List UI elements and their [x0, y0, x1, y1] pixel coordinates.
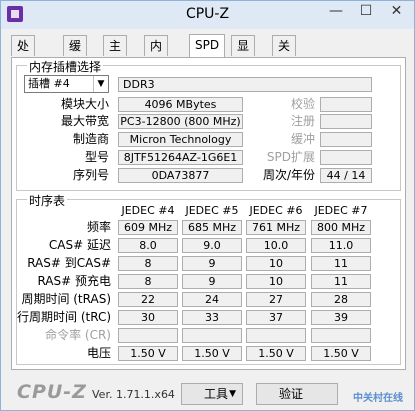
timing-cell: 761 MHz	[246, 220, 306, 235]
title-bar[interactable]: CPU-Z — ☐ ✕	[1, 1, 414, 29]
timing-row-label: 行周期时间 (tRC)	[17, 310, 112, 324]
tab-mainboard[interactable]: 主板	[103, 35, 128, 73]
timing-cell: 39	[311, 310, 371, 325]
cpuz-window: CPU-Z — ☐ ✕ 处理器 缓存 主板 内存 SPD 显卡 关于 内存插槽选…	[0, 0, 415, 411]
column-header-jedec7: JEDEC #7	[314, 204, 368, 217]
column-header-jedec5: JEDEC #5	[185, 204, 239, 217]
timing-row-label: CAS# 延迟	[48, 238, 111, 252]
serial-field: 0DA73877	[118, 168, 243, 183]
week-year-label: 周次/年份	[262, 168, 315, 182]
timing-cell: 8	[118, 274, 178, 289]
buffered-field	[320, 132, 372, 147]
tools-button-label: 工具	[204, 387, 229, 401]
max-bandwidth-field: PC3-12800 (800 MHz)	[118, 114, 243, 129]
tab-cpu[interactable]: 处理器	[11, 35, 36, 93]
memory-slot-group-title: 内存插槽选择	[27, 58, 104, 75]
timing-cell: 1.50 V	[118, 346, 178, 361]
timing-cell: 800 MHz	[311, 220, 371, 235]
timing-row-label: 电压	[86, 346, 111, 360]
module-size-label: 模块大小	[60, 97, 109, 111]
timing-cell: 9	[182, 274, 242, 289]
tab-memory[interactable]: 内存	[144, 35, 169, 73]
timing-cell	[182, 328, 242, 343]
timing-cell: 27	[246, 292, 306, 307]
timing-cell: 37	[246, 310, 306, 325]
timing-cell: 33	[182, 310, 242, 325]
timing-cell: 8.0	[118, 238, 178, 253]
part-number-label: 型号	[84, 150, 109, 164]
watermark: 中关村在线	[353, 393, 403, 404]
footer-bar: CPU-Z Ver. 1.71.1.x64 工具 ▼ 验证 中关村在线	[1, 373, 414, 410]
max-bandwidth-label: 最大带宽	[60, 114, 109, 128]
timing-cell	[246, 328, 306, 343]
memory-type-field: DDR3	[118, 77, 372, 92]
module-size-field: 4096 MBytes	[118, 97, 243, 112]
timing-cell: 609 MHz	[118, 220, 178, 235]
registered-label: 注册	[290, 114, 315, 128]
serial-label: 序列号	[72, 168, 109, 182]
timing-cell: 24	[182, 292, 242, 307]
timing-cell: 22	[118, 292, 178, 307]
timing-cell: 9	[182, 256, 242, 271]
timing-cell	[311, 328, 371, 343]
validate-button[interactable]: 验证	[256, 383, 338, 405]
chevron-down-icon: ▼	[93, 76, 108, 92]
timing-cell: 8	[118, 256, 178, 271]
tab-cache[interactable]: 缓存	[63, 35, 88, 73]
slot-select-value: 插槽 #4	[28, 77, 70, 90]
week-year-field: 44 / 14	[320, 168, 372, 183]
minimize-button[interactable]: —	[321, 1, 351, 23]
timing-row-label: RAS# 到CAS#	[27, 256, 111, 270]
maximize-button[interactable]: ☐	[351, 1, 381, 23]
timing-cell: 11.0	[311, 238, 371, 253]
spd-panel: 内存插槽选择 插槽 #4 ▼ DDR3 模块大小 4096 MBytes 校验 …	[11, 57, 406, 370]
slot-select[interactable]: 插槽 #4 ▼	[24, 75, 109, 93]
tab-graphics[interactable]: 显卡	[231, 35, 256, 73]
registered-field	[320, 114, 372, 129]
timing-cell	[118, 328, 178, 343]
spd-ext-field	[320, 150, 372, 165]
tab-about[interactable]: 关于	[272, 35, 297, 73]
buffered-label: 缓冲	[290, 132, 315, 146]
timing-cell: 28	[311, 292, 371, 307]
timing-row-label: 频率	[86, 220, 111, 234]
timing-table-title: 时序表	[27, 192, 68, 209]
timing-cell: 1.50 V	[311, 346, 371, 361]
timing-cell: 11	[311, 274, 371, 289]
timing-cell: 10.0	[246, 238, 306, 253]
tools-button[interactable]: 工具 ▼	[181, 383, 243, 405]
correction-field	[320, 97, 372, 112]
timing-cell: 1.50 V	[246, 346, 306, 361]
timing-cell: 10	[246, 274, 306, 289]
version-label: Ver. 1.71.1.x64	[92, 388, 175, 401]
tab-spd[interactable]: SPD	[189, 34, 226, 57]
manufacturer-field: Micron Technology	[118, 132, 243, 147]
timing-cell: 1.50 V	[182, 346, 242, 361]
timing-row-label: 周期时间 (tRAS)	[21, 292, 111, 306]
column-header-jedec6: JEDEC #6	[249, 204, 303, 217]
part-number-field: 8JTF51264AZ-1G6E1	[118, 150, 243, 165]
close-button[interactable]: ✕	[379, 1, 414, 23]
manufacturer-label: 制造商	[72, 132, 109, 146]
timing-cell: 30	[118, 310, 178, 325]
timing-row-label: RAS# 预充电	[37, 274, 111, 288]
chevron-down-icon: ▼	[229, 389, 236, 399]
spd-ext-label: SPD扩展	[266, 150, 315, 164]
timing-cell: 685 MHz	[182, 220, 242, 235]
timing-cell: 10	[246, 256, 306, 271]
timing-cell: 9.0	[182, 238, 242, 253]
correction-label: 校验	[290, 97, 315, 111]
cpuz-logo: CPU-Z	[17, 381, 87, 403]
memory-slot-group: 内存插槽选择 插槽 #4 ▼ DDR3 模块大小 4096 MBytes 校验 …	[16, 58, 401, 191]
timing-cell: 11	[311, 256, 371, 271]
timing-table-group: 时序表 JEDEC #4 JEDEC #5 JEDEC #6 JEDEC #7 …	[16, 192, 401, 365]
column-header-jedec4: JEDEC #4	[121, 204, 175, 217]
timing-row-label: 命令率 (CR)	[45, 328, 111, 342]
